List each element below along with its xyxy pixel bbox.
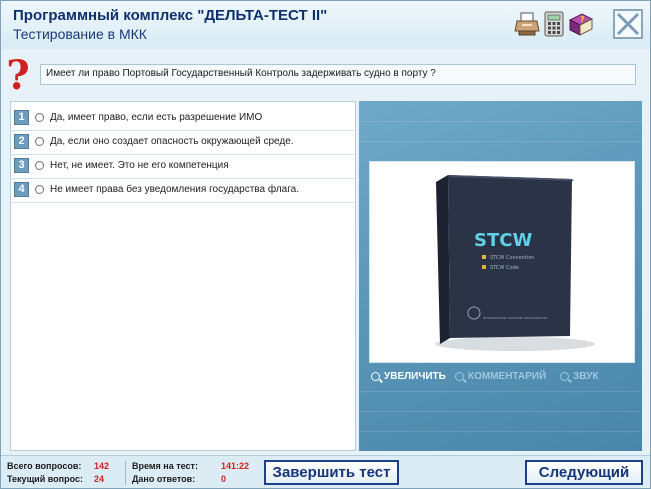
app-window: Программный комплекс "ДЕЛЬТА-ТЕСТ II" Те… — [0, 0, 651, 489]
app-subtitle: Тестирование в МКК — [13, 26, 147, 42]
header: Программный комплекс "ДЕЛЬТА-ТЕСТ II" Те… — [1, 1, 650, 49]
zoom-button[interactable]: УВЕЛИЧИТЬ — [368, 369, 446, 385]
answers-given-value: 0 — [221, 474, 227, 484]
answer-radio[interactable] — [35, 137, 44, 146]
answer-number: 1 — [14, 110, 29, 125]
total-questions-label: Всего вопросов: — [7, 461, 82, 471]
magnifier-icon — [560, 372, 569, 381]
answer-number: 2 — [14, 134, 29, 149]
answer-radio[interactable] — [35, 113, 44, 122]
magnifier-icon — [455, 372, 464, 381]
magnifier-icon — [371, 372, 380, 381]
footer-divider — [125, 461, 126, 485]
current-question-label: Текущий вопрос: — [7, 474, 83, 484]
svg-text:?: ? — [580, 15, 585, 24]
help-book-icon[interactable]: ? — [568, 11, 594, 37]
answer-option-1[interactable]: 1 Да, имеет право, если есть разрешение … — [11, 106, 355, 131]
close-icon — [616, 12, 640, 36]
zoom-button-label: УВЕЛИЧИТЬ — [384, 371, 446, 382]
book-line-2: STCW Code — [490, 265, 519, 271]
question-bar: Имеет ли право Портовый Государственный … — [40, 64, 636, 85]
sound-button[interactable]: ЗВУК — [557, 369, 598, 385]
answer-option-2[interactable]: 2 Да, если оно создает опасность окружаю… — [11, 130, 355, 155]
book-title: STCW — [474, 230, 532, 251]
answers-given-label: Дано ответов: — [132, 474, 196, 484]
question-mark-icon: ? — [6, 52, 30, 99]
question-text: Имеет ли право Портовый Государственный … — [46, 68, 436, 79]
comment-button[interactable]: КОММЕНТАРИЙ — [452, 369, 546, 385]
answer-text: Да, если оно создает опасность окружающе… — [50, 136, 294, 147]
app-title: Программный комплекс "ДЕЛЬТА-ТЕСТ II" — [13, 7, 328, 24]
next-button[interactable]: Следующий — [525, 460, 643, 485]
answer-option-3[interactable]: 3 Нет, не имеет. Это не его компетенция — [11, 154, 355, 179]
answer-text: Не имеет права без уведомления государст… — [50, 184, 299, 195]
test-time-value: 141:22 — [221, 461, 250, 471]
total-questions-value: 142 — [94, 461, 110, 471]
calculator-icon[interactable] — [541, 11, 567, 37]
finish-test-button[interactable]: Завершить тест — [264, 460, 399, 485]
answers-panel: 1 Да, имеет право, если есть разрешение … — [10, 101, 356, 451]
answer-option-4[interactable]: 4 Не имеет права без уведомления государ… — [11, 178, 355, 203]
answer-radio[interactable] — [35, 185, 44, 194]
test-time-label: Время на тест: — [132, 461, 198, 471]
answer-radio[interactable] — [35, 161, 44, 170]
answer-number: 4 — [14, 182, 29, 197]
book-line-1: STCW Convention — [490, 255, 534, 261]
book-footer: INTERNATIONAL MARITIME ORGANIZATION — [483, 316, 547, 320]
sound-button-label: ЗВУК — [573, 371, 599, 382]
question-image[interactable]: STCW STCW Convention STCW Code INTERNATI… — [369, 161, 635, 363]
close-button[interactable] — [613, 9, 643, 39]
answer-text: Да, имеет право, если есть разрешение ИМ… — [50, 112, 263, 123]
media-panel: STCW STCW Convention STCW Code INTERNATI… — [359, 101, 642, 451]
answer-number: 3 — [14, 158, 29, 173]
comment-button-label: КОММЕНТАРИЙ — [468, 371, 547, 382]
current-question-value: 24 — [94, 474, 105, 484]
footer: Всего вопросов: 142 Текущий вопрос: 24 В… — [1, 455, 650, 488]
stcw-book-image: STCW STCW Convention STCW Code INTERNATI… — [435, 175, 595, 351]
answer-text: Нет, не имеет. Это не его компетенция — [50, 160, 229, 171]
printer-icon[interactable] — [514, 11, 540, 37]
